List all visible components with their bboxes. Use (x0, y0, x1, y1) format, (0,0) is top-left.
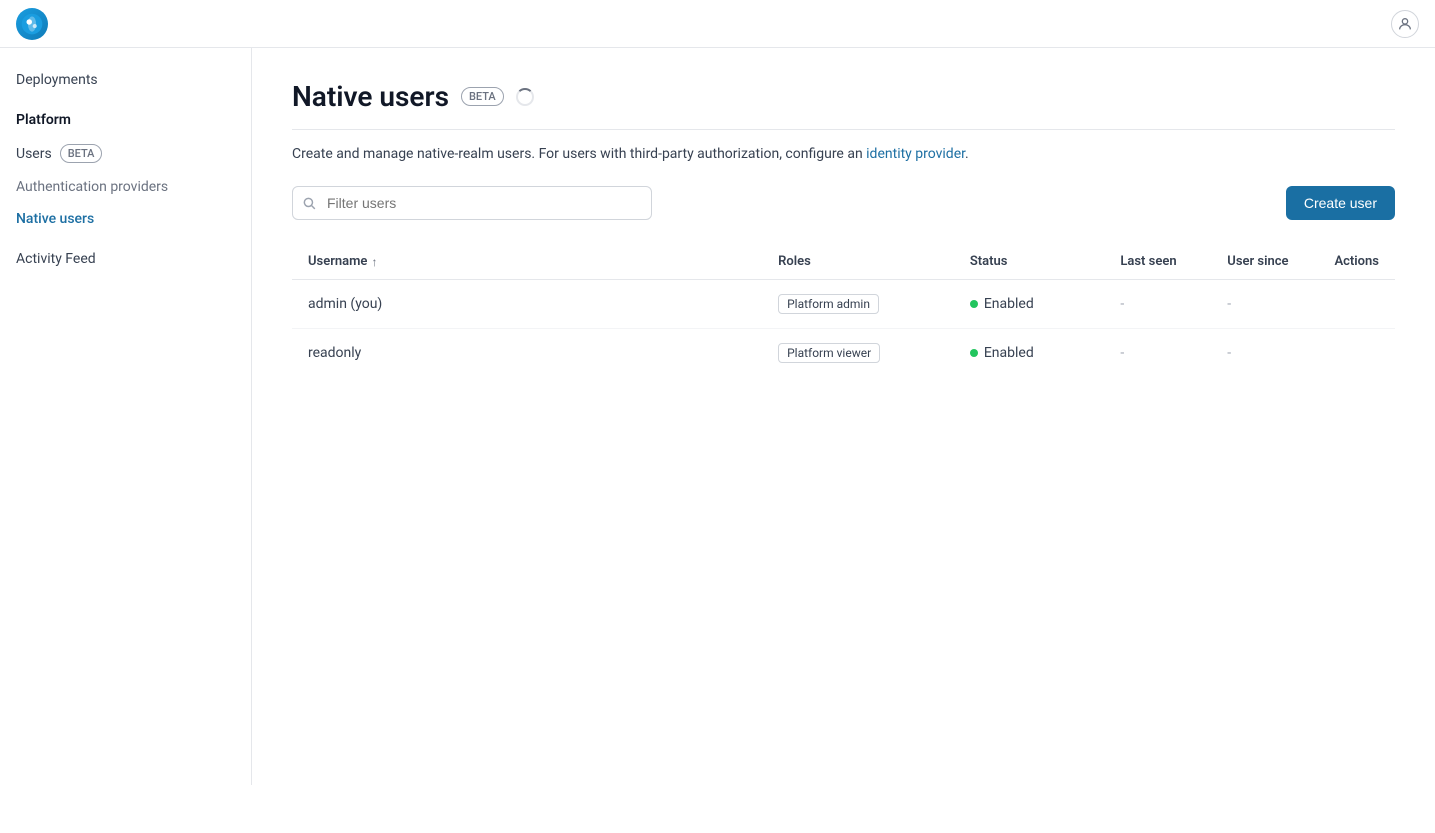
sidebar-item-deployments[interactable]: Deployments (0, 64, 251, 96)
users-table: Username ↑ Roles Status Last seen Use (292, 244, 1395, 377)
app-logo[interactable] (16, 8, 48, 40)
page-beta-badge: BETA (461, 87, 504, 106)
identity-provider-link[interactable]: identity provider (866, 146, 965, 162)
search-icon (302, 196, 316, 210)
user-profile-icon[interactable] (1391, 10, 1419, 38)
sidebar-item-auth-providers[interactable]: Authentication providers (0, 171, 251, 203)
sort-arrow-username: ↑ (371, 255, 377, 269)
create-user-button[interactable]: Create user (1286, 186, 1395, 220)
col-header-actions: Actions (1318, 244, 1395, 280)
col-header-last-seen: Last seen (1104, 244, 1211, 280)
role-badge-admin: Platform admin (778, 294, 879, 314)
sidebar: Deployments Platform Users BETA Authenti… (0, 48, 252, 785)
cell-status-admin: Enabled (954, 280, 1105, 329)
table-row: admin (you) Platform admin Enabled - (292, 280, 1395, 329)
cell-lastseen-readonly: - (1104, 329, 1211, 378)
filter-users-input[interactable] (292, 186, 652, 220)
main-content: Native users BETA Create and manage nati… (252, 48, 1435, 785)
cell-status-readonly: Enabled (954, 329, 1105, 378)
app-layout: Deployments Platform Users BETA Authenti… (0, 48, 1435, 785)
topbar (0, 0, 1435, 48)
cell-actions-admin (1318, 280, 1395, 329)
table-row: readonly Platform viewer Enabled - (292, 329, 1395, 378)
sidebar-item-users[interactable]: Users BETA (0, 136, 251, 171)
table-header: Username ↑ Roles Status Last seen Use (292, 244, 1395, 280)
status-dot-readonly (970, 349, 978, 357)
filter-row: Create user (292, 186, 1395, 220)
cell-usersince-admin: - (1211, 280, 1318, 329)
cell-actions-readonly (1318, 329, 1395, 378)
filter-input-wrap (292, 186, 652, 220)
page-divider (292, 129, 1395, 130)
cell-usersince-readonly: - (1211, 329, 1318, 378)
cell-username-readonly: readonly (292, 329, 762, 378)
col-header-status: Status (954, 244, 1105, 280)
cell-role-admin: Platform admin (762, 280, 954, 329)
page-header: Native users BETA (292, 80, 1395, 113)
cell-username-admin: admin (you) (292, 280, 762, 329)
sidebar-item-platform: Platform (0, 96, 251, 136)
cell-role-readonly: Platform viewer (762, 329, 954, 378)
loading-spinner (516, 88, 534, 106)
sidebar-item-native-users[interactable]: Native users (0, 203, 251, 235)
col-header-roles: Roles (762, 244, 954, 280)
col-header-user-since: User since (1211, 244, 1318, 280)
page-description: Create and manage native-realm users. Fo… (292, 146, 1395, 162)
cell-lastseen-admin: - (1104, 280, 1211, 329)
page-title: Native users (292, 80, 449, 113)
role-badge-readonly: Platform viewer (778, 343, 880, 363)
table-body: admin (you) Platform admin Enabled - (292, 280, 1395, 378)
sidebar-item-activity-feed[interactable]: Activity Feed (0, 243, 251, 275)
users-beta-badge: BETA (60, 144, 103, 163)
status-dot-admin (970, 300, 978, 308)
col-header-username[interactable]: Username ↑ (292, 244, 762, 280)
